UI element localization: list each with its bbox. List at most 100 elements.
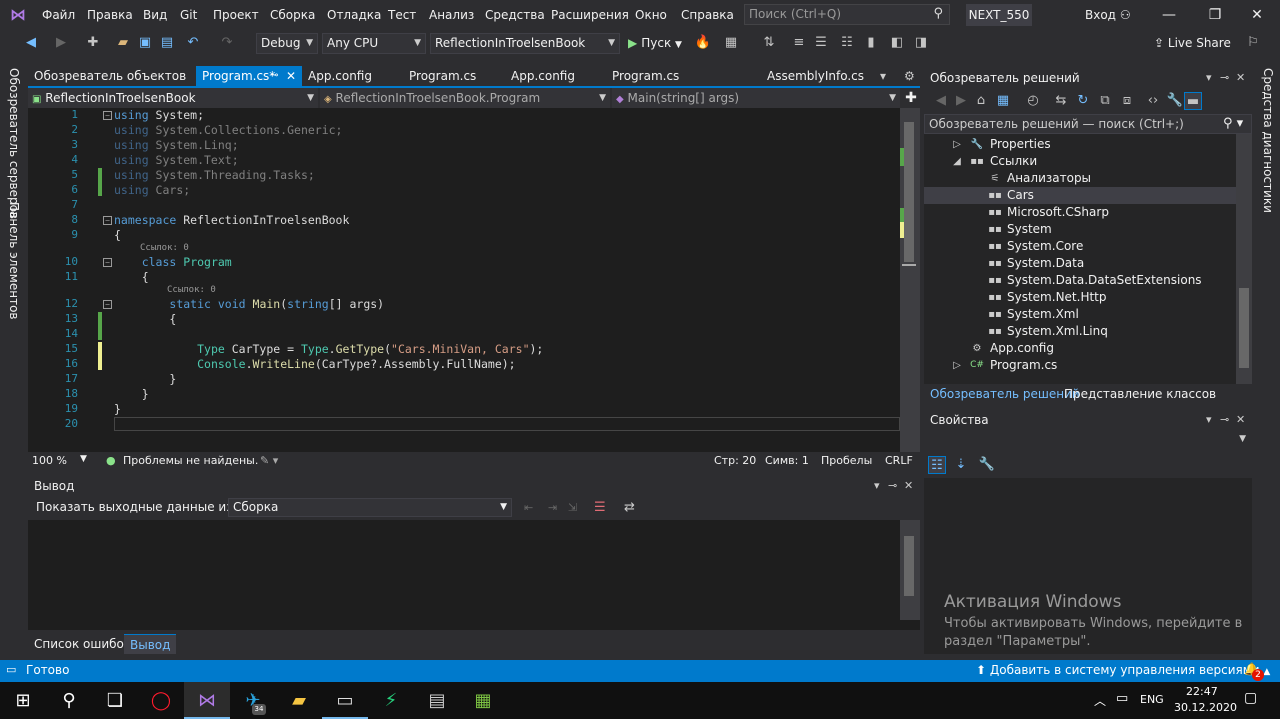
whitespace-indicator[interactable]: Пробелы	[821, 454, 872, 467]
menu-edit[interactable]: Правка	[87, 0, 133, 30]
forward-icon[interactable]: ▶	[952, 92, 970, 110]
view-code-icon[interactable]: ‹›	[1144, 92, 1162, 110]
tree-item-system-data-datasetextensions[interactable]: ▪▪ System.Data.DataSetExtensions	[924, 272, 1236, 289]
property-pages-icon[interactable]: 🔧	[978, 456, 996, 474]
panel-close-icon[interactable]: ✕	[904, 476, 913, 496]
file-explorer-icon[interactable]: ▰	[276, 682, 322, 719]
tab-assemblyinfo-cs[interactable]: AssemblyInfo.cs	[761, 66, 871, 86]
fold-toggle[interactable]: −	[103, 300, 112, 309]
code-area[interactable]: 1 2 3 4 5 6 7 8 9 10 11 12 13 14 15 16 1…	[28, 108, 900, 452]
preview-icon[interactable]: ▬	[1184, 92, 1202, 110]
tree-item-system[interactable]: ▪▪ System	[924, 221, 1236, 238]
tree-item-system-xml[interactable]: ▪▪ System.Xml	[924, 306, 1236, 323]
step-icon[interactable]: ⇅	[760, 34, 778, 52]
tab-class-view[interactable]: Представление классов	[1058, 384, 1222, 404]
startup-project-select[interactable]: ReflectionInTroelsenBook ▼	[430, 33, 620, 54]
goto-prev-message-icon[interactable]: ⇤	[524, 498, 533, 518]
fold-toggle[interactable]: −	[103, 258, 112, 267]
maximize-button[interactable]: ❐	[1192, 0, 1238, 30]
alphabetical-icon[interactable]: ⇣	[952, 456, 970, 474]
expand-icon[interactable]: ▷	[950, 136, 964, 153]
member-nav-select[interactable]: ◆ Main(string[] args) ▼	[612, 88, 900, 108]
codelens-references[interactable]: Ссылок: 0	[167, 285, 216, 295]
expand-icon[interactable]: ▷	[950, 357, 964, 374]
brush-icon[interactable]: ✎ ▾	[260, 454, 278, 467]
back-icon[interactable]: ◀	[22, 34, 40, 52]
tree-item-cars[interactable]: ▪▪ Cars	[924, 187, 1236, 204]
home-icon[interactable]: ⌂	[972, 92, 990, 110]
tab-program-cs-2[interactable]: Program.cs	[606, 66, 756, 86]
line-indicator[interactable]: Стр: 20	[714, 454, 756, 467]
run-button[interactable]: ▶ Пуск ▼	[628, 33, 682, 54]
redo-icon[interactable]: ↷	[218, 34, 236, 52]
add-to-source-control-button[interactable]: ⬆ Добавить в систему управления версиями…	[976, 663, 1270, 677]
save-all-icon[interactable]: ▤	[158, 34, 176, 52]
word-wrap-icon[interactable]: ⇄	[624, 498, 635, 518]
show-hidden-icons[interactable]: ︿	[1094, 692, 1106, 709]
goto-next-message-icon[interactable]: ⇥	[548, 498, 557, 518]
panel-pin-icon[interactable]: ⊸	[1220, 68, 1229, 88]
align-left-icon[interactable]: ≡	[790, 34, 808, 52]
start-windows-icon[interactable]: ⊞	[0, 682, 46, 719]
collapse-all-icon[interactable]: ⧉	[1096, 92, 1114, 110]
menu-tools[interactable]: Средства	[485, 0, 545, 30]
clear-all-icon[interactable]: ☰	[594, 498, 606, 518]
find-message-icon[interactable]: ⇲	[568, 498, 577, 518]
tree-item-references[interactable]: ◢ ▪▪ Ссылки	[924, 153, 1236, 170]
output-scrollbar[interactable]	[900, 520, 920, 620]
hot-reload-icon[interactable]: 🔥	[694, 34, 712, 52]
configuration-select[interactable]: Debug ▼	[256, 33, 318, 54]
open-folder-icon[interactable]: ▰	[114, 34, 132, 52]
bookmark-icon[interactable]: ▮	[862, 34, 880, 52]
switch-views-icon[interactable]: ▦	[994, 92, 1012, 110]
zoom-level[interactable]: 100 %	[32, 454, 67, 467]
tab-app-config[interactable]: App.config	[302, 66, 402, 86]
tab-object-browser[interactable]: Обозреватель объектов	[28, 66, 196, 86]
menu-help[interactable]: Справка	[681, 0, 734, 30]
language-indicator[interactable]: ENG	[1140, 693, 1164, 706]
tree-item-system-xml-linq[interactable]: ▪▪ System.Xml.Linq	[924, 323, 1236, 340]
menu-git[interactable]: Git	[180, 0, 197, 30]
menu-debug[interactable]: Отладка	[327, 0, 381, 30]
close-window-button[interactable]: ✕	[1234, 0, 1280, 30]
diagnostic-tools-tab[interactable]: Средства диагностики	[1261, 68, 1275, 213]
settings-gear-icon[interactable]: ⚙	[898, 66, 918, 86]
console-icon[interactable]: ▭	[322, 682, 368, 719]
action-center-icon[interactable]: ▢	[1244, 690, 1257, 706]
live-share-button[interactable]: ⇪ Live Share	[1154, 33, 1231, 54]
tree-item-system-core[interactable]: ▪▪ System.Core	[924, 238, 1236, 255]
undo-icon[interactable]: ↶	[184, 34, 202, 52]
codelens-references[interactable]: Ссылок: 0	[140, 243, 189, 253]
panel-pin-icon[interactable]: ⊸	[888, 476, 897, 496]
panel-close-icon[interactable]: ✕	[1236, 410, 1245, 430]
tree-scrollbar[interactable]	[1236, 134, 1252, 384]
menu-view[interactable]: Вид	[143, 0, 167, 30]
panel-menu-icon[interactable]: ▾	[1206, 68, 1212, 88]
tree-item-analyzers[interactable]: ⚟ Анализаторы	[924, 170, 1236, 187]
show-all-files-icon[interactable]: ⧈	[1118, 92, 1136, 110]
computer-icon[interactable]: ▤	[414, 682, 460, 719]
browser-icon[interactable]: ▦	[722, 34, 740, 52]
sync-icon[interactable]: ⇆	[1052, 92, 1070, 110]
panel-pin-icon[interactable]: ⊸	[1220, 410, 1229, 430]
server-explorer-tab[interactable]: Обозреватель серверов	[7, 68, 21, 219]
tree-item-app-config[interactable]: ⚙ App.config	[924, 340, 1236, 357]
output-source-select[interactable]: Сборка ▼	[228, 498, 512, 517]
bookmark-prev-icon[interactable]: ◧	[888, 34, 906, 52]
tab-app-config-2[interactable]: App.config	[505, 66, 605, 86]
lightning-app-icon[interactable]: ⚡	[368, 682, 414, 719]
collapse-icon[interactable]: ◢	[950, 153, 964, 170]
menu-window[interactable]: Окно	[635, 0, 667, 30]
tab-dropdown-icon[interactable]: ▾	[874, 66, 894, 86]
column-indicator[interactable]: Симв: 1	[765, 454, 809, 467]
sign-in-button[interactable]: Вход ⚇	[1085, 0, 1131, 30]
minimize-button[interactable]: —	[1146, 0, 1192, 30]
tab-error-list[interactable]: Список ошибок	[28, 634, 137, 654]
search-icon[interactable]: ⚲	[46, 682, 92, 719]
tab-output[interactable]: Вывод	[124, 634, 177, 654]
menu-build[interactable]: Сборка	[270, 0, 315, 30]
properties-wrench-icon[interactable]: 🔧	[1166, 92, 1184, 110]
clock-time[interactable]: 22:47	[1186, 685, 1218, 698]
tree-item-microsoft-csharp[interactable]: ▪▪ Microsoft.CSharp	[924, 204, 1236, 221]
search-input[interactable]: Поиск (Ctrl+Q) ⚲	[744, 4, 950, 25]
